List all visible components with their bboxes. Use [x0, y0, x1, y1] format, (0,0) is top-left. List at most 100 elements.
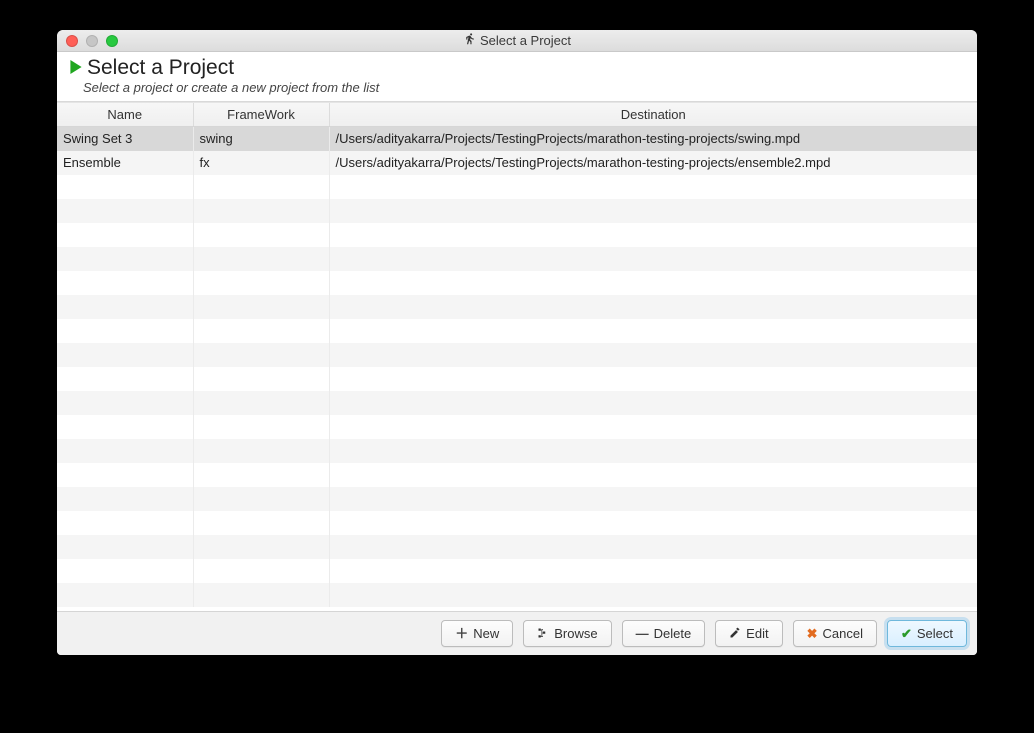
table-row[interactable]: Ensemblefx/Users/adityakarra/Projects/Te…	[57, 151, 977, 175]
cell-empty	[329, 199, 977, 223]
zoom-icon[interactable]	[106, 35, 118, 47]
cell-empty	[57, 247, 193, 271]
table-row-empty[interactable]	[57, 559, 977, 583]
table-row-empty[interactable]	[57, 439, 977, 463]
cancel-button-label: Cancel	[822, 626, 862, 641]
delete-button[interactable]: — Delete	[622, 620, 706, 647]
table-row-empty[interactable]	[57, 271, 977, 295]
col-framework[interactable]: FrameWork	[193, 103, 329, 127]
page-subtitle: Select a project or create a new project…	[83, 80, 965, 95]
cell-empty	[57, 487, 193, 511]
cell-empty	[329, 247, 977, 271]
check-icon: ✔	[901, 627, 912, 640]
button-bar: ＋ New Browse — Delete Edit ✖ Cancel ✔ Se…	[57, 611, 977, 655]
select-button-label: Select	[917, 626, 953, 641]
cell-empty	[329, 391, 977, 415]
cell-empty	[193, 415, 329, 439]
cell-empty	[193, 247, 329, 271]
select-button[interactable]: ✔ Select	[887, 620, 967, 647]
table-row-empty[interactable]	[57, 223, 977, 247]
cell-empty	[329, 223, 977, 247]
window-title: Select a Project	[480, 33, 571, 48]
table-header-row: Name FrameWork Destination	[57, 103, 977, 127]
project-table-scroll[interactable]: Name FrameWork Destination Swing Set 3sw…	[57, 102, 977, 611]
cancel-button[interactable]: ✖ Cancel	[793, 620, 877, 647]
minus-icon: —	[636, 627, 649, 640]
col-destination[interactable]: Destination	[329, 103, 977, 127]
cell-empty	[57, 511, 193, 535]
table-row-empty[interactable]	[57, 391, 977, 415]
cell-empty	[57, 535, 193, 559]
cell-empty	[57, 271, 193, 295]
cell-framework: swing	[193, 127, 329, 151]
cell-empty	[329, 511, 977, 535]
table-row-empty[interactable]	[57, 199, 977, 223]
cell-empty	[193, 199, 329, 223]
tree-icon	[537, 627, 549, 641]
table-row-empty[interactable]	[57, 295, 977, 319]
delete-button-label: Delete	[654, 626, 692, 641]
minimize-icon[interactable]	[86, 35, 98, 47]
new-button-label: New	[473, 626, 499, 641]
cell-empty	[57, 367, 193, 391]
cell-empty	[193, 271, 329, 295]
cell-name: Swing Set 3	[57, 127, 193, 151]
edit-button[interactable]: Edit	[715, 620, 782, 647]
cell-empty	[329, 319, 977, 343]
cell-empty	[57, 439, 193, 463]
table-row-empty[interactable]	[57, 319, 977, 343]
cell-destination: /Users/adityakarra/Projects/TestingProje…	[329, 127, 977, 151]
cell-empty	[329, 415, 977, 439]
cell-empty	[193, 175, 329, 199]
cell-empty	[193, 439, 329, 463]
cell-empty	[193, 559, 329, 583]
browse-button-label: Browse	[554, 626, 597, 641]
table-row-empty[interactable]	[57, 367, 977, 391]
cell-empty	[329, 583, 977, 607]
table-row-empty[interactable]	[57, 463, 977, 487]
cell-empty	[57, 343, 193, 367]
table-row-empty[interactable]	[57, 175, 977, 199]
cell-empty	[329, 271, 977, 295]
edit-icon	[729, 627, 741, 641]
table-row-empty[interactable]	[57, 535, 977, 559]
cell-empty	[193, 463, 329, 487]
cell-framework: fx	[193, 151, 329, 175]
cell-empty	[57, 223, 193, 247]
browse-button[interactable]: Browse	[523, 620, 611, 647]
table-row-empty[interactable]	[57, 511, 977, 535]
cell-empty	[329, 343, 977, 367]
cell-empty	[57, 391, 193, 415]
runner-icon	[463, 33, 476, 49]
cell-empty	[193, 295, 329, 319]
close-icon[interactable]	[66, 35, 78, 47]
table-row-empty[interactable]	[57, 343, 977, 367]
table-row-empty[interactable]	[57, 415, 977, 439]
cell-empty	[193, 223, 329, 247]
cell-empty	[57, 559, 193, 583]
cell-empty	[329, 463, 977, 487]
cell-empty	[193, 487, 329, 511]
new-button[interactable]: ＋ New	[441, 620, 513, 647]
page-title: Select a Project	[87, 56, 234, 80]
dialog-window: Select a Project Select a Project Select…	[57, 30, 977, 655]
cancel-icon: ✖	[807, 627, 818, 640]
table-row-empty[interactable]	[57, 583, 977, 607]
cell-empty	[329, 175, 977, 199]
project-table: Name FrameWork Destination Swing Set 3sw…	[57, 103, 977, 607]
cell-empty	[57, 319, 193, 343]
window-title-area: Select a Project	[57, 33, 977, 49]
plus-icon: ＋	[455, 627, 468, 640]
table-row-empty[interactable]	[57, 487, 977, 511]
titlebar[interactable]: Select a Project	[57, 30, 977, 52]
table-row-empty[interactable]	[57, 247, 977, 271]
cell-empty	[329, 367, 977, 391]
cell-empty	[193, 367, 329, 391]
traffic-lights	[66, 35, 118, 47]
col-name[interactable]: Name	[57, 103, 193, 127]
cell-empty	[57, 295, 193, 319]
edit-button-label: Edit	[746, 626, 768, 641]
cell-empty	[193, 391, 329, 415]
cell-empty	[193, 343, 329, 367]
table-row[interactable]: Swing Set 3swing/Users/adityakarra/Proje…	[57, 127, 977, 151]
